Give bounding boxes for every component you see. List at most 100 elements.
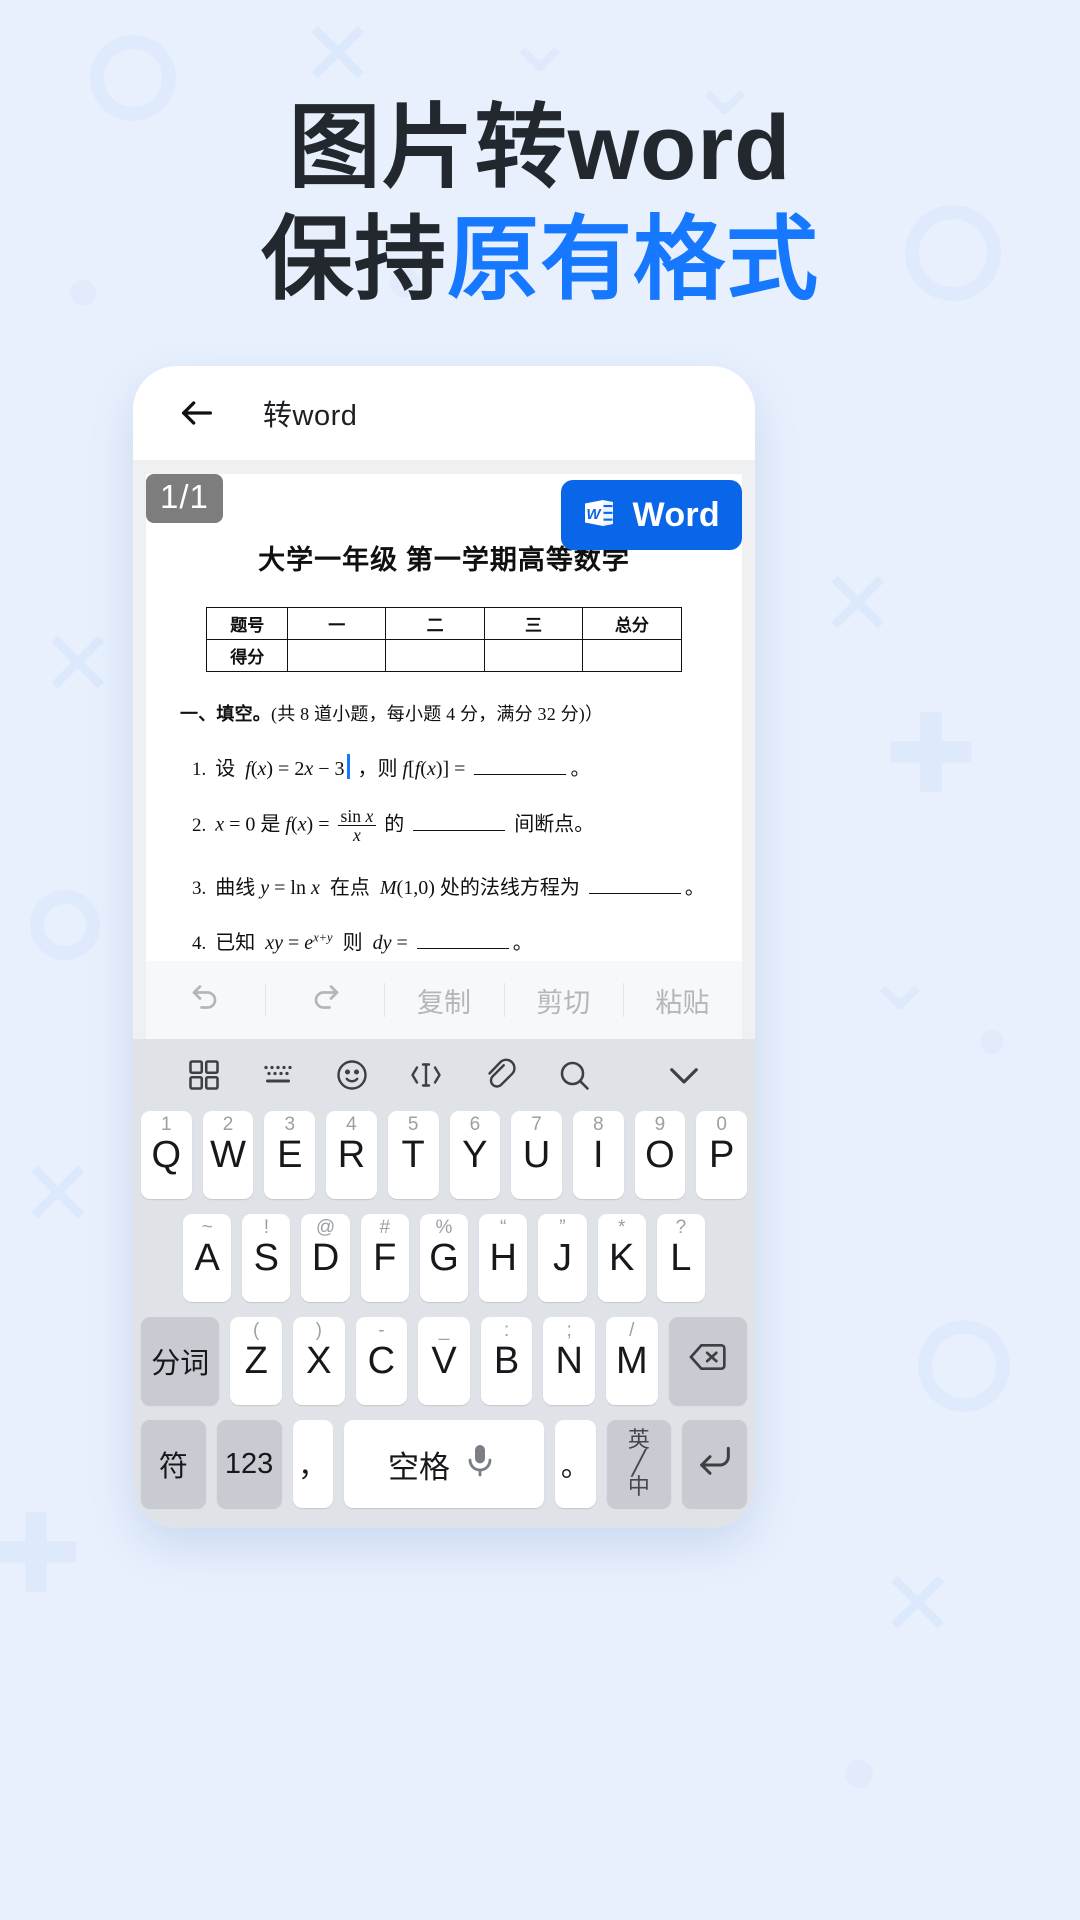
key-y[interactable]: 6Y — [449, 1111, 501, 1199]
key-enter[interactable] — [682, 1420, 747, 1508]
key-l[interactable]: ? L — [656, 1214, 705, 1302]
document-page[interactable]: 1/1 W Word 大学一年级 第一学期高等数学 题号 一 二 三 总分 得分… — [146, 474, 742, 961]
key-i[interactable]: 8I — [572, 1111, 624, 1199]
key-word-segment[interactable]: 分词 — [141, 1317, 220, 1405]
table-cell — [582, 639, 682, 672]
question-number: 4. — [192, 932, 207, 954]
key-alt-label: 9 — [654, 1114, 666, 1135]
deco-x-icon: ✕ — [300, 2, 376, 107]
key-alt-label: @ — [315, 1217, 336, 1238]
key-e[interactable]: 3E — [264, 1111, 316, 1199]
deco-x-icon: ✕ — [20, 1142, 96, 1247]
cut-button[interactable]: 剪切 — [503, 977, 623, 1023]
key-alt-label: ? — [675, 1217, 687, 1238]
redo-button[interactable] — [265, 977, 384, 1023]
key-label: F — [373, 1236, 397, 1279]
key-space[interactable]: 空格 — [343, 1420, 545, 1508]
deco-x-icon: ✕ — [820, 552, 896, 657]
key-alt-label: 2 — [222, 1114, 234, 1135]
lang-slash: ╱ — [631, 1449, 647, 1477]
key-symbols[interactable]: 符 — [141, 1420, 206, 1508]
cursor-move-icon[interactable] — [389, 1057, 463, 1093]
grid-icon[interactable] — [167, 1057, 241, 1093]
deco-x-icon: ✕ — [880, 1552, 956, 1657]
key-h[interactable]: “H — [479, 1214, 528, 1302]
table-cell: 三 — [483, 607, 584, 640]
word-logo-icon: W — [579, 493, 619, 538]
key-alt-label: 1 — [161, 1114, 172, 1135]
key-u[interactable]: 7U — [511, 1111, 562, 1199]
key-s[interactable]: ! S — [242, 1214, 291, 1302]
document-area: 1/1 W Word 大学一年级 第一学期高等数学 题号 一 二 三 总分 得分… — [133, 461, 755, 1039]
backspace-icon — [688, 1337, 728, 1385]
key-alt-label: 4 — [346, 1114, 357, 1135]
deco-plus-icon: ✚ — [885, 693, 978, 816]
table-cell: 总分 — [582, 607, 682, 640]
key-t[interactable]: 5T — [387, 1111, 439, 1199]
app-header: 转word — [133, 366, 755, 461]
enter-icon — [695, 1440, 735, 1488]
key-numbers[interactable]: 123 — [216, 1420, 282, 1508]
key-g[interactable]: % G — [419, 1214, 469, 1302]
key-alt-label: * — [617, 1217, 626, 1238]
key-alt-label: ; — [566, 1320, 572, 1341]
key-j[interactable]: ” J — [538, 1214, 587, 1302]
question-body: 曲线 y = ln x 在点 M(1,0) 处的法线方程为 。 — [215, 876, 705, 899]
chevron-down-icon[interactable] — [647, 1054, 721, 1096]
key-label: C — [367, 1339, 396, 1382]
key-alt-label: / — [629, 1320, 635, 1341]
question-item: 2. x = 0 是 f(x) = sin xx 的 间断点。 — [180, 807, 708, 845]
key-v[interactable]: _ V — [418, 1317, 470, 1405]
microphone-icon[interactable] — [460, 1440, 500, 1488]
key-backspace[interactable] — [668, 1317, 747, 1405]
key-alt-label: _ — [438, 1320, 450, 1341]
key-q[interactable]: 1Q — [140, 1111, 192, 1199]
table-cell: 题号 — [206, 607, 289, 640]
key-label: G — [429, 1236, 459, 1279]
deco-circle-icon — [918, 1320, 1010, 1412]
keyboard-row-3: 分词 (Z ) X -C _ V :B ; N / M — [133, 1317, 755, 1405]
key-alt-label: ) — [315, 1320, 322, 1341]
question-body: 设 f(x) = 2x − 3 ，则 f[f(x)] = 。 — [215, 752, 590, 781]
emoji-icon[interactable] — [315, 1057, 389, 1093]
key-label: E — [277, 1133, 303, 1176]
key-f[interactable]: # F — [360, 1214, 409, 1302]
key-alt-label: ~ — [201, 1217, 213, 1238]
key-r[interactable]: 4R — [326, 1111, 377, 1199]
key-b[interactable]: :B — [480, 1317, 533, 1405]
headline-line-2-plain: 保持 — [260, 209, 447, 312]
copy-button[interactable]: 复制 — [384, 977, 503, 1023]
key-label: R — [337, 1133, 366, 1176]
key-a[interactable]: ~ A — [183, 1214, 232, 1302]
keyboard-icon[interactable] — [241, 1057, 315, 1093]
key-period[interactable]: 。 — [555, 1420, 596, 1508]
svg-text:W: W — [586, 506, 602, 523]
key-d[interactable]: @ D — [301, 1214, 350, 1302]
key-m[interactable]: / M — [605, 1317, 658, 1405]
question-body: x = 0 是 f(x) = sin xx 的 间断点。 — [215, 806, 595, 846]
key-language-switch[interactable]: 英 ╱ 中 — [606, 1420, 672, 1508]
key-label: T — [401, 1133, 425, 1176]
key-alt-label: - — [378, 1320, 385, 1341]
clipboard-icon[interactable] — [463, 1057, 537, 1093]
key-w[interactable]: 2W — [202, 1111, 254, 1199]
key-c[interactable]: -C — [355, 1317, 408, 1405]
arrow-left-icon[interactable] — [177, 393, 217, 433]
paste-button[interactable]: 粘贴 — [622, 977, 742, 1023]
key-p[interactable]: 0P — [696, 1111, 748, 1199]
key-x[interactable]: ) X — [293, 1317, 345, 1405]
key-comma[interactable]: ， — [292, 1420, 333, 1508]
key-label: U — [522, 1133, 551, 1176]
key-label: W — [210, 1133, 246, 1176]
word-export-button[interactable]: W Word — [560, 480, 742, 550]
headline-line-2-accent: 原有格式 — [447, 209, 820, 312]
key-o[interactable]: 9O — [634, 1111, 686, 1199]
key-z[interactable]: (Z — [230, 1317, 283, 1405]
key-alt-label: 7 — [531, 1114, 542, 1135]
page-title: 转word — [263, 400, 358, 432]
undo-button[interactable] — [146, 977, 265, 1023]
key-k[interactable]: * K — [597, 1214, 646, 1302]
search-icon[interactable] — [537, 1057, 611, 1093]
key-label: S — [253, 1236, 280, 1279]
key-n[interactable]: ; N — [543, 1317, 595, 1405]
